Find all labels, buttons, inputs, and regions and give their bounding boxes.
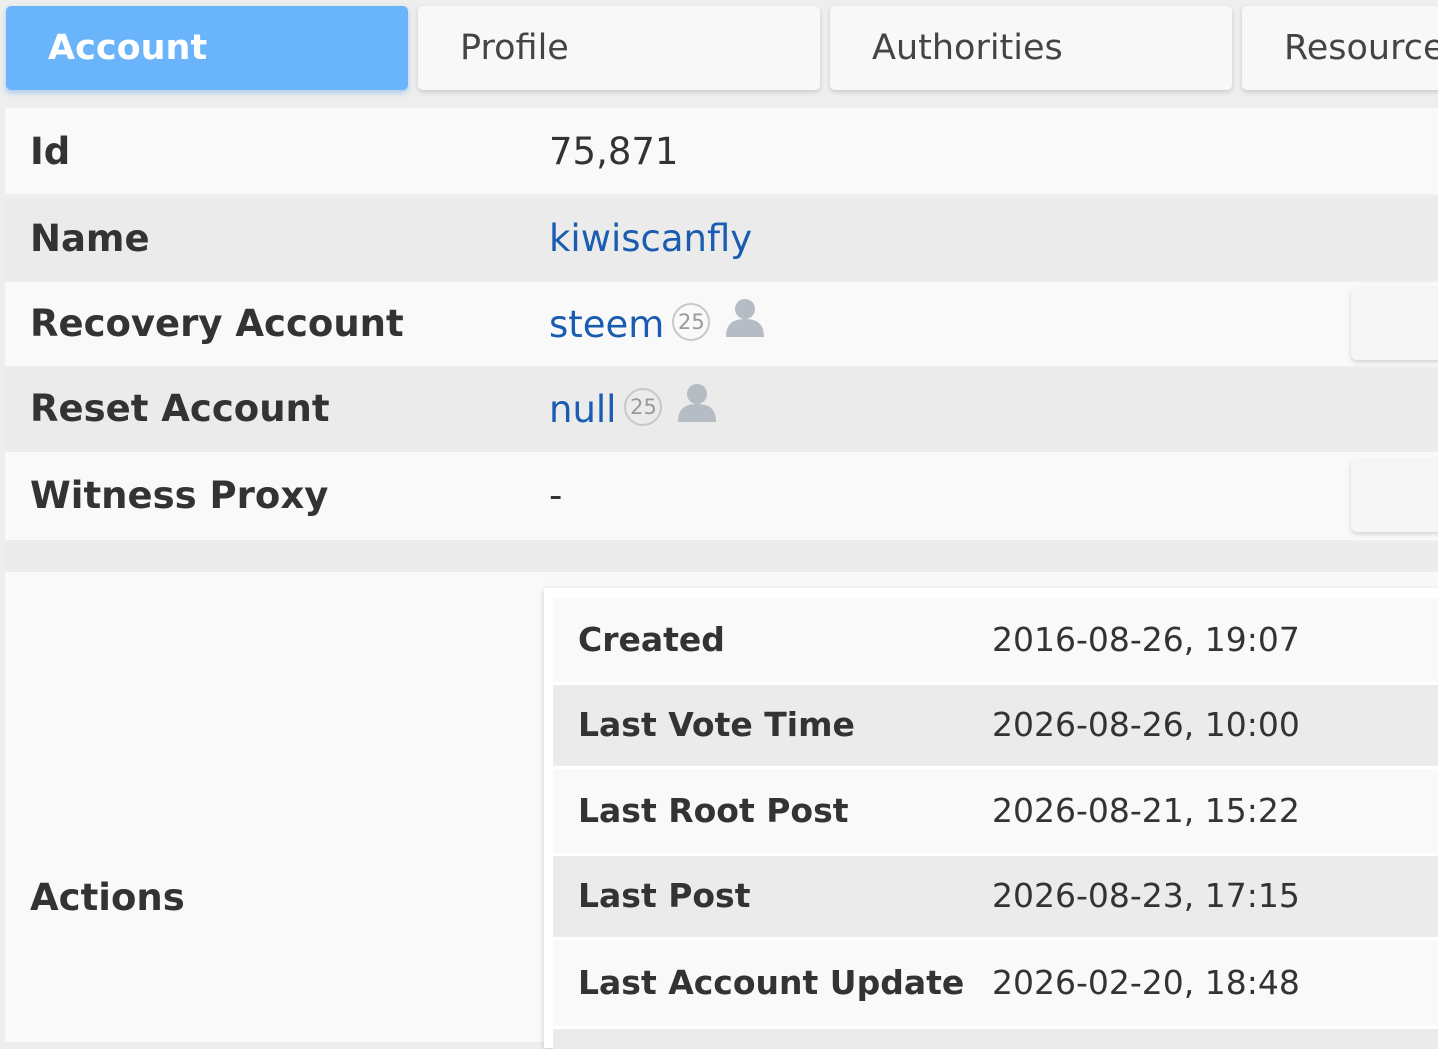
- actions-table: Created 2016-08-26, 19:07 Last Vote Time…: [544, 588, 1438, 1049]
- reputation-badge: 25: [672, 302, 711, 341]
- last-root-post-value: 2026-08-21, 15:22: [992, 791, 1300, 830]
- table-row: Created 2016-08-26, 19:07: [553, 598, 1438, 682]
- table-row: Reset Account null 25: [5, 369, 1438, 449]
- tab-account[interactable]: Account: [6, 6, 408, 90]
- table-row: Last Vote Time 2026-08-26, 10:00: [553, 685, 1438, 766]
- name-label: Name: [30, 217, 150, 260]
- witness-proxy-action-button[interactable]: [1351, 460, 1438, 532]
- actions-label: Actions: [30, 876, 185, 919]
- tab-bar: Account Profile Authorities Resources: [0, 0, 1438, 100]
- recovery-action-button[interactable]: [1351, 288, 1438, 360]
- last-account-update-value: 2026-02-20, 18:48: [992, 963, 1300, 1002]
- tab-authorities[interactable]: Authorities: [830, 6, 1232, 90]
- reputation-badge: 25: [624, 387, 663, 426]
- last-vote-time-label: Last Vote Time: [578, 705, 855, 744]
- created-label: Created: [578, 620, 725, 659]
- user-icon[interactable]: [676, 382, 718, 431]
- last-post-label: Last Post: [578, 876, 751, 915]
- created-value: 2016-08-26, 19:07: [992, 620, 1300, 659]
- id-value: 75,871: [549, 130, 679, 173]
- table-row: Recovery Account steem 25: [5, 282, 1438, 366]
- table-row: Witness Proxy -: [5, 452, 1438, 540]
- user-icon[interactable]: [724, 297, 766, 346]
- tab-profile[interactable]: Profile: [418, 6, 820, 90]
- witness-proxy-value: -: [549, 474, 563, 517]
- last-account-update-label: Last Account Update: [578, 963, 965, 1002]
- table-row: Name kiwiscanfly: [5, 197, 1438, 279]
- last-root-post-label: Last Root Post: [578, 791, 849, 830]
- recovery-account-label: Recovery Account: [30, 302, 404, 345]
- table-row: Last Post 2026-08-23, 17:15: [553, 856, 1438, 937]
- table-row: Id 75,871: [5, 108, 1438, 194]
- recovery-account-link[interactable]: steem: [549, 303, 664, 346]
- name-link[interactable]: kiwiscanfly: [549, 217, 752, 260]
- reset-account-link[interactable]: null: [549, 388, 616, 431]
- table-row: [553, 1029, 1438, 1049]
- last-post-value: 2026-08-23, 17:15: [992, 876, 1300, 915]
- table-row: Last Root Post 2026-08-21, 15:22: [553, 769, 1438, 853]
- table-row: Last Account Update 2026-02-20, 18:48: [553, 940, 1438, 1026]
- tab-resources[interactable]: Resources: [1242, 6, 1438, 90]
- last-vote-time-value: 2026-08-26, 10:00: [992, 705, 1300, 744]
- id-label: Id: [30, 130, 71, 173]
- reset-account-label: Reset Account: [30, 387, 330, 430]
- table-row: [5, 543, 1438, 569]
- witness-proxy-label: Witness Proxy: [30, 474, 329, 517]
